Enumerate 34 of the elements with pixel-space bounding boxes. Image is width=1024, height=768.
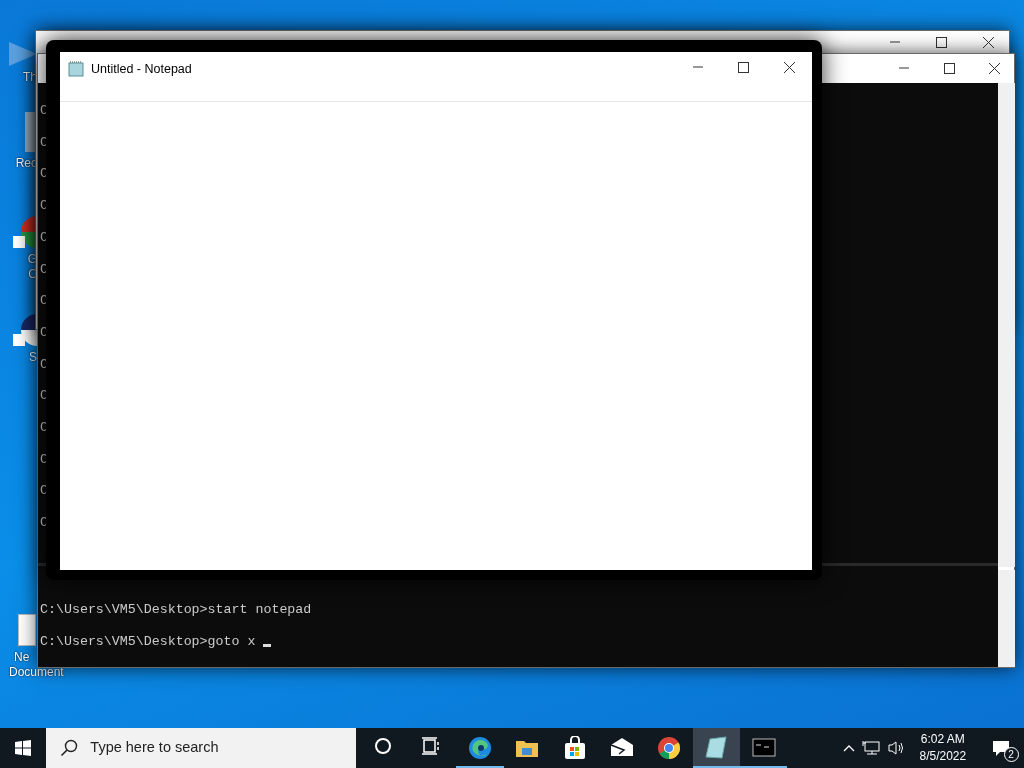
search-icon	[60, 739, 79, 757]
browser-icon	[657, 736, 682, 760]
desktop-icon-label[interactable]: Th	[23, 70, 37, 85]
windows-icon	[15, 740, 32, 756]
maximize-icon	[943, 62, 955, 74]
search-bar[interactable]: Type here to search	[46, 728, 356, 768]
scrollbar[interactable]	[998, 570, 1015, 667]
close-icon	[988, 62, 1000, 74]
notification-count: 2	[1003, 747, 1019, 762]
desktop-icon-label[interactable]: S	[29, 350, 37, 365]
maximize-icon	[737, 61, 749, 73]
clock[interactable]: 6:02 AM 8/5/2022	[908, 728, 978, 768]
window-title: Untitled - Notepad	[91, 61, 192, 78]
taskbar-button[interactable]	[692, 728, 741, 768]
close-icon	[982, 36, 994, 48]
terminal-icon	[751, 736, 776, 760]
notepad-icon	[68, 61, 84, 78]
desktop-icon-label[interactable]: Document	[9, 665, 64, 680]
notifications-button[interactable]: 2	[977, 728, 1024, 768]
network-icon	[862, 740, 881, 756]
desktop-icon-label[interactable]: Rec	[15, 156, 37, 171]
shortcut-icon	[9, 42, 37, 66]
shopping-bag-icon	[562, 736, 587, 760]
close-icon	[783, 61, 795, 73]
notepad-icon	[704, 736, 729, 760]
console-text: C:\Users\VM5\Desktop>start notepad	[40, 602, 312, 618]
search-field[interactable]: Type here to search	[88, 736, 349, 760]
speaker-icon	[886, 740, 905, 756]
caret-up-icon	[843, 744, 856, 752]
browser-icon	[468, 736, 492, 760]
scrollbar[interactable]	[998, 83, 1015, 567]
maximize-icon	[935, 36, 947, 48]
console-text: C:\Users\VM5\Desktop>goto x	[40, 634, 257, 650]
desktop-icon-label[interactable]: Ne	[14, 650, 30, 665]
